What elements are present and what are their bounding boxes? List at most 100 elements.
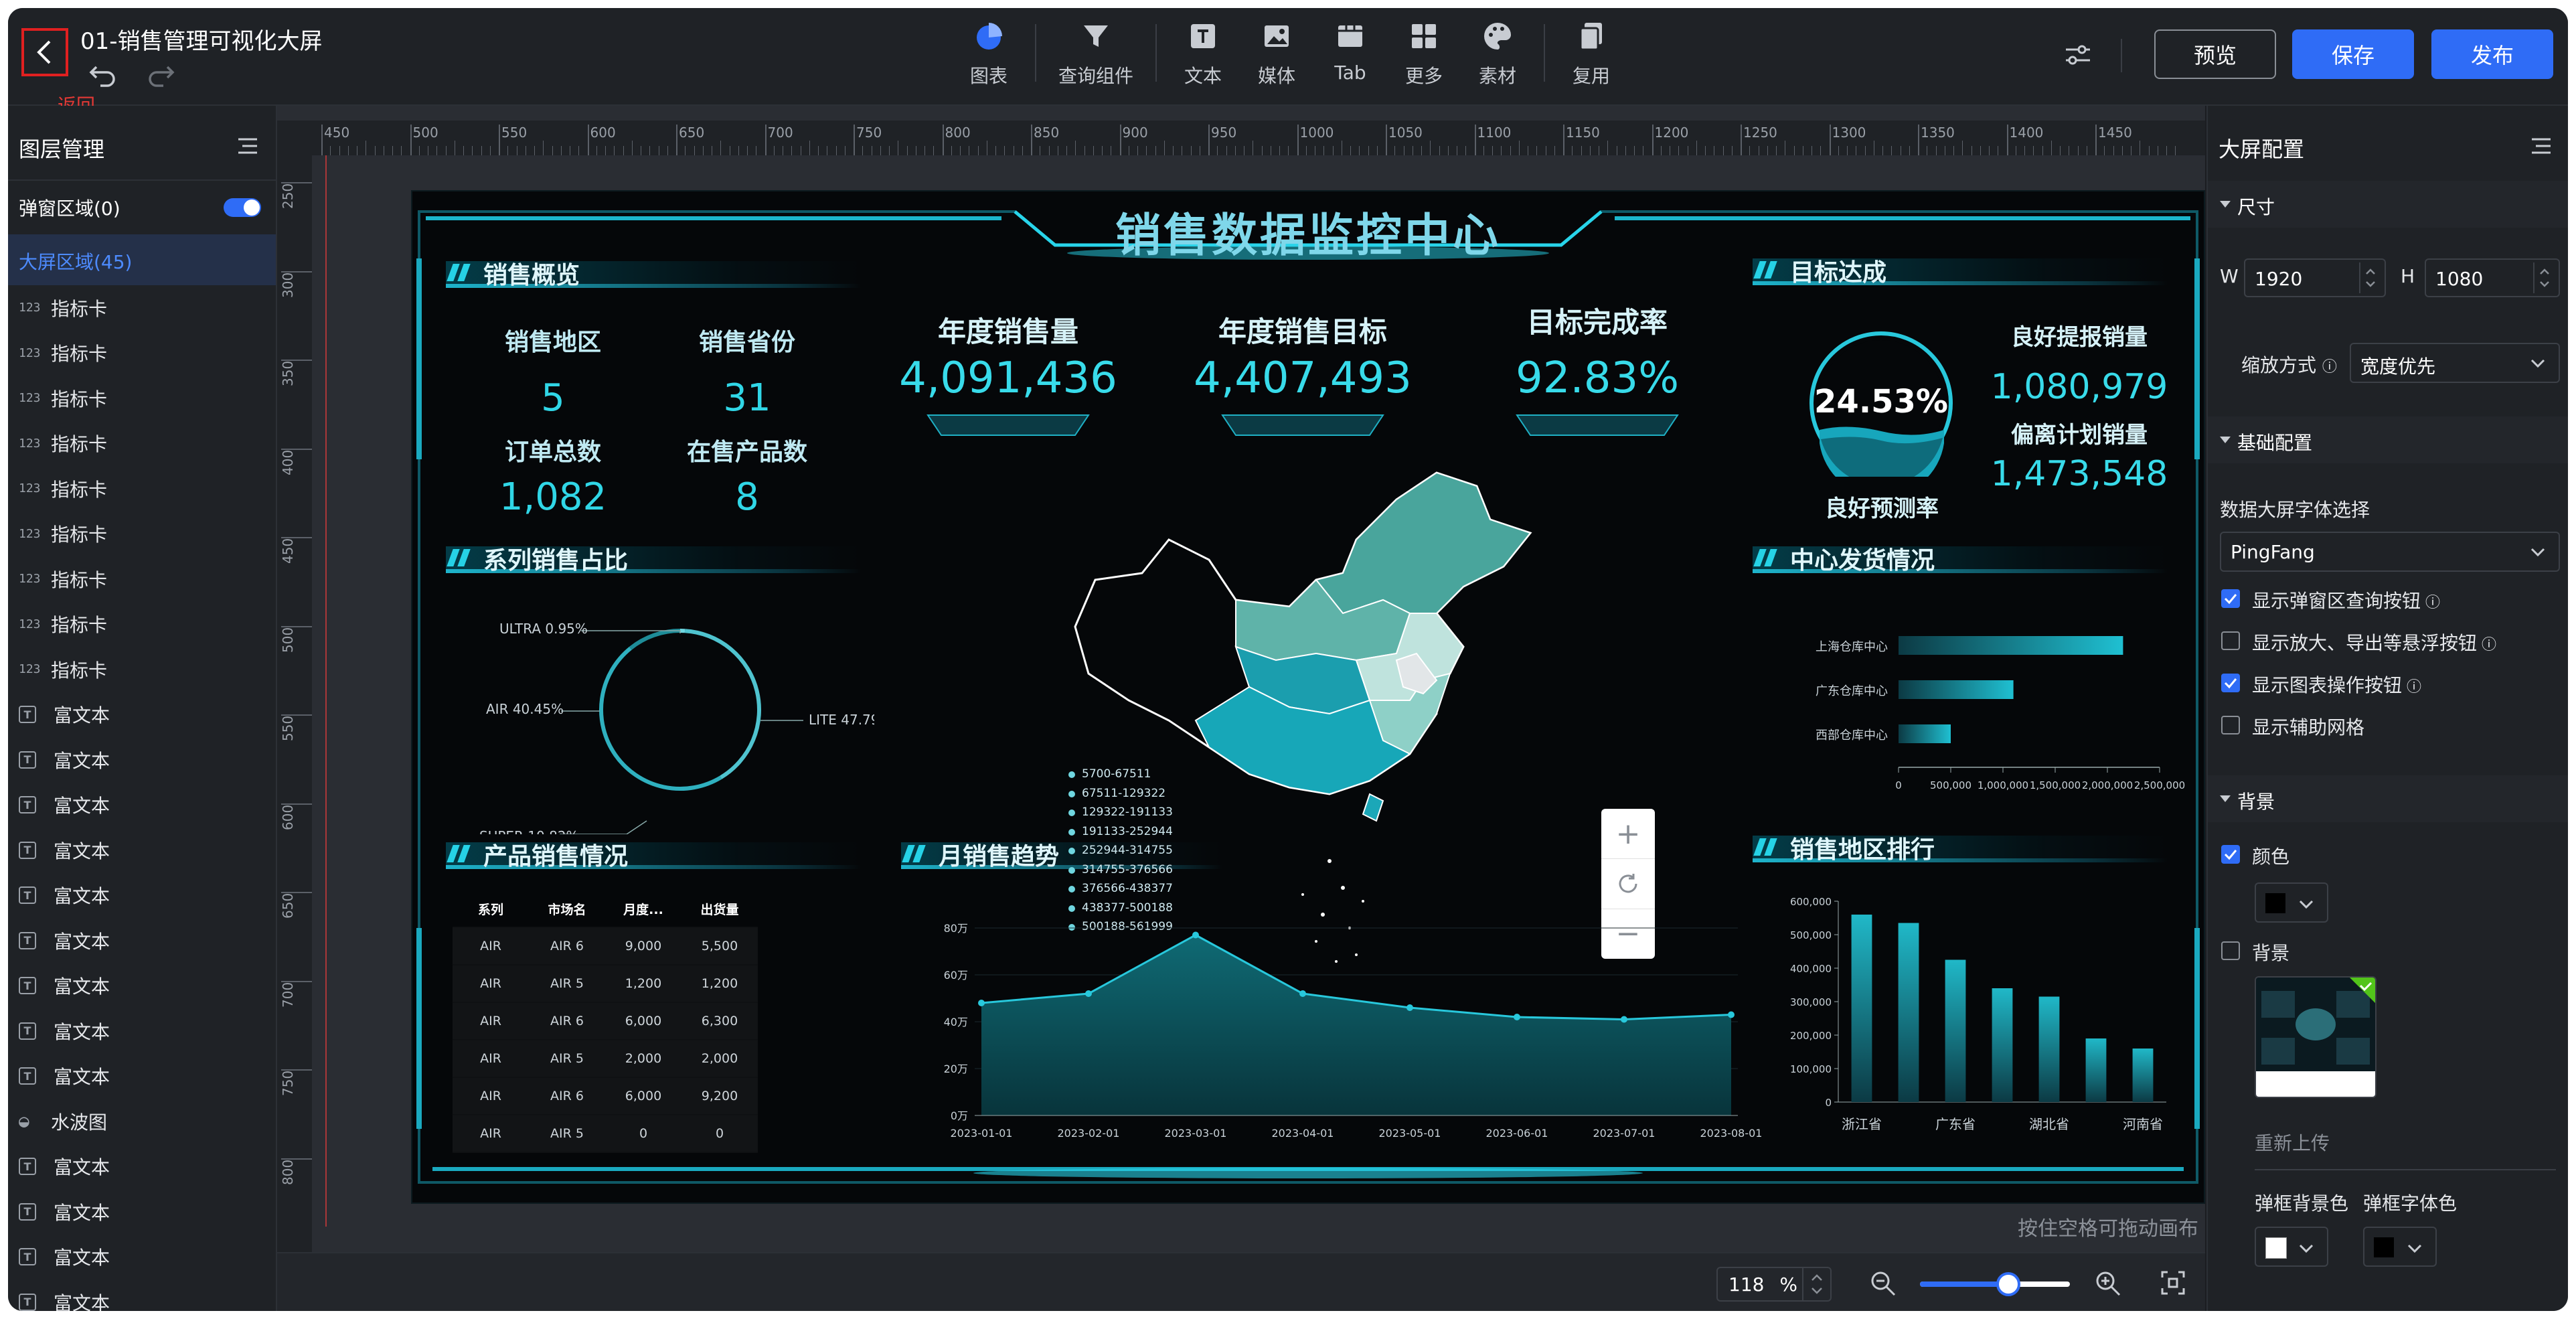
zoom-slider[interactable]: [1920, 1272, 2070, 1296]
layer-item[interactable]: T 富文本: [8, 1189, 276, 1235]
series-share-chart[interactable]: ULTRA 0.95% AIR 40.45% LITE 47.79% SUPER 10…: [432, 593, 874, 834]
basic-section[interactable]: 基础配置: [2208, 416, 2568, 463]
zoom-in-magnifier-icon[interactable]: [2094, 1269, 2122, 1298]
layer-item[interactable]: T 富文本: [8, 737, 276, 783]
tool-chart[interactable]: 图表: [952, 20, 1026, 88]
layer-item[interactable]: T 富文本: [8, 1235, 276, 1280]
info-icon[interactable]: ⓘ: [2477, 637, 2496, 653]
layer-item[interactable]: T 富文本: [8, 1008, 276, 1054]
layer-item[interactable]: 123 指标卡: [8, 512, 276, 557]
zoom-slider-handle[interactable]: [1996, 1272, 2021, 1296]
table-cell: 2,000: [605, 1040, 681, 1078]
scale-mode-select[interactable]: 宽度优先: [2350, 343, 2560, 383]
width-stepper[interactable]: [2359, 262, 2381, 293]
redo-icon[interactable]: [146, 62, 175, 88]
layer-item[interactable]: 123 指标卡: [8, 285, 276, 331]
layer-item[interactable]: 123 指标卡: [8, 556, 276, 602]
ruler-minor-tick: [2024, 146, 2025, 155]
tool-more[interactable]: 更多: [1387, 20, 1461, 88]
tool-material[interactable]: 素材: [1461, 20, 1534, 88]
canvas-drag-hint: 按住空格可拖动画布: [2018, 1217, 2198, 1241]
map-legend-item[interactable]: 191133-252944: [1068, 825, 1173, 838]
popup-font-color-picker[interactable]: [2363, 1227, 2437, 1267]
color-checkbox[interactable]: [2221, 845, 2240, 864]
option-checkbox[interactable]: [2221, 631, 2240, 650]
monthly-trend-chart[interactable]: 0万 20万 40万 60万 80万 2023-01-01 2023-02-01 2023-0…: [908, 915, 1765, 1142]
back-button[interactable]: [21, 28, 68, 76]
zoom-input[interactable]: 118 %: [1716, 1267, 1832, 1302]
tool-tab[interactable]: Tab: [1313, 20, 1387, 84]
dashboard-screen[interactable]: 销售数据监控中心 销售概览 系列销售占比 产品销售情况 月销售趋势 目标达成 中…: [411, 190, 2205, 1204]
layer-item[interactable]: 123 指标卡: [8, 376, 276, 421]
map-legend-item[interactable]: 314755-376566: [1068, 863, 1173, 876]
layer-item[interactable]: 123 指标卡: [8, 421, 276, 467]
popup-region-toggle[interactable]: [224, 198, 261, 217]
zoom-stepper[interactable]: [1802, 1268, 1830, 1300]
height-stepper[interactable]: [2533, 262, 2555, 293]
horizontal-ruler[interactable]: 450 500 550 600 650 700 750 800 850 900 950 1000 105…: [312, 121, 2205, 155]
settings-sliders-icon[interactable]: [2063, 40, 2093, 70]
layer-item[interactable]: T 富文本: [8, 1279, 276, 1311]
popup-bg-color-picker[interactable]: [2255, 1227, 2328, 1267]
reset-icon[interactable]: [1601, 858, 1655, 909]
region-rank-chart[interactable]: 0 100,000 200,000 300,000 400,000 500,000 600,…: [1765, 881, 2180, 1142]
tool-media[interactable]: 媒体: [1240, 20, 1313, 88]
info-icon[interactable]: ⓘ: [2421, 595, 2440, 611]
layer-item[interactable]: T 富文本: [8, 963, 276, 1009]
font-select[interactable]: PingFang: [2220, 532, 2560, 572]
list-menu-icon[interactable]: [237, 137, 258, 155]
bg-color-picker[interactable]: [2255, 882, 2328, 923]
popup-region-row[interactable]: 弹窗区域(0): [8, 179, 276, 236]
layer-item[interactable]: 123 指标卡: [8, 602, 276, 647]
canvas-area[interactable]: 450 500 550 600 650 700 750 800 850 900 950 1000 105…: [277, 106, 2205, 1311]
background-section[interactable]: 背景: [2208, 775, 2568, 822]
screen-region-row[interactable]: 大屏区域(45): [8, 234, 276, 285]
option-checkbox[interactable]: [2221, 716, 2240, 734]
info-icon[interactable]: ⓘ: [2322, 359, 2337, 376]
layer-item[interactable]: 123 指标卡: [8, 466, 276, 512]
layer-item[interactable]: T 富文本: [8, 918, 276, 963]
publish-button[interactable]: 发布: [2431, 29, 2553, 79]
undo-icon[interactable]: [88, 62, 118, 88]
zoom-slider-fill: [1920, 1282, 2009, 1287]
option-checkbox[interactable]: [2221, 674, 2240, 692]
height-input[interactable]: 1080: [2425, 258, 2560, 297]
map-legend-item[interactable]: 252944-314755: [1068, 844, 1173, 857]
map-legend-item[interactable]: 376566-438377: [1068, 882, 1173, 895]
reupload-link[interactable]: 重新上传: [2255, 1129, 2330, 1156]
layer-item[interactable]: 123 指标卡: [8, 331, 276, 376]
layer-item[interactable]: T 富文本: [8, 783, 276, 828]
layer-item[interactable]: ◒ 水波图: [8, 1099, 276, 1144]
guide-line[interactable]: [325, 155, 327, 1227]
layer-item[interactable]: 123 指标卡: [8, 647, 276, 692]
background-thumbnail[interactable]: [2255, 976, 2377, 1098]
map-legend-item[interactable]: 5700-67511: [1068, 767, 1151, 781]
map-legend-item[interactable]: 129322-191133: [1068, 805, 1173, 819]
layer-item[interactable]: T 富文本: [8, 828, 276, 873]
ruler-minor-tick: [1368, 146, 1369, 155]
tool-reuse[interactable]: 复用: [1554, 20, 1628, 88]
background-checkbox[interactable]: [2221, 941, 2240, 960]
ruler-corner: [277, 121, 312, 155]
info-icon[interactable]: ⓘ: [2402, 679, 2421, 696]
zoom-in-icon[interactable]: +: [1601, 809, 1655, 858]
ruler-minor-tick: [392, 146, 393, 155]
layer-item[interactable]: T 富文本: [8, 1144, 276, 1190]
layer-item[interactable]: T 富文本: [8, 1054, 276, 1099]
map-legend-item[interactable]: 438377-500188: [1068, 901, 1173, 915]
preview-button[interactable]: 预览: [2154, 29, 2276, 79]
option-checkbox[interactable]: [2221, 589, 2240, 608]
layer-item[interactable]: T 富文本: [8, 692, 276, 738]
map-legend-item[interactable]: 67511-129322: [1068, 787, 1165, 800]
tool-query[interactable]: 查询组件: [1046, 20, 1146, 88]
size-section[interactable]: 尺寸: [2208, 181, 2568, 228]
shipping-chart[interactable]: 上海仓库中心广东仓库中心西部仓库中心 0 500,000 1,000,000 1,500…: [1778, 607, 2193, 807]
list-menu-icon[interactable]: [2530, 137, 2552, 155]
tool-text[interactable]: 文本: [1166, 20, 1240, 88]
zoom-out-magnifier-icon[interactable]: [1869, 1269, 1897, 1298]
layer-item[interactable]: T 富文本: [8, 873, 276, 919]
vertical-ruler[interactable]: 250 300 350 400 450 500 550 600 650 700 750 800: [277, 155, 312, 1294]
save-button[interactable]: 保存: [2292, 29, 2414, 79]
width-input[interactable]: 1920: [2244, 258, 2386, 297]
fit-screen-icon[interactable]: [2160, 1269, 2186, 1296]
